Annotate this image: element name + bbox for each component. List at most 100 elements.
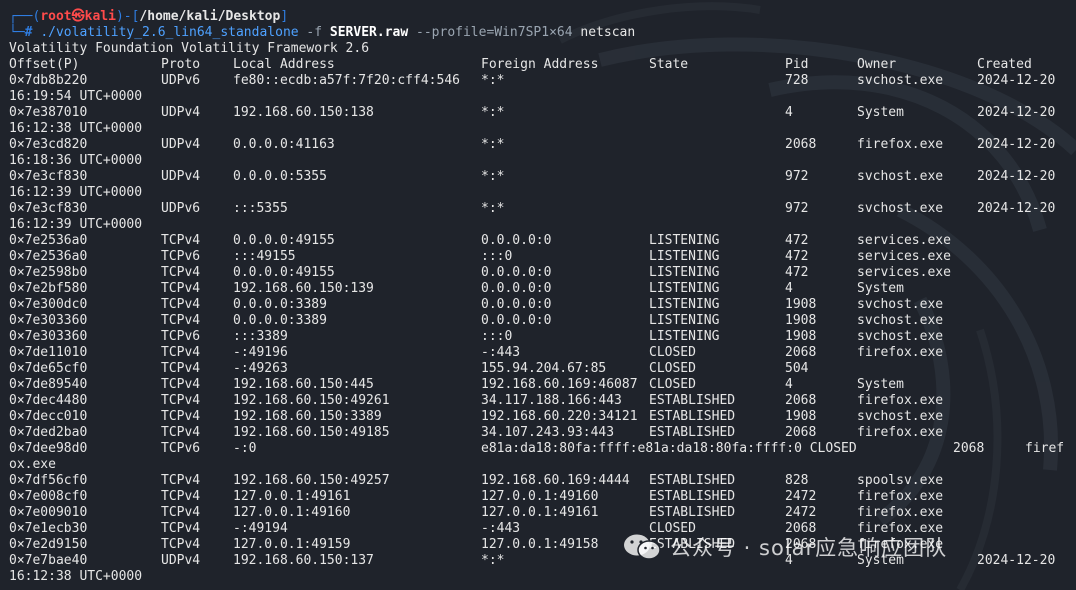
created-time-wrap: 16:12:38 UTC+0000: [9, 121, 143, 136]
offset-cell: 0×7de65cf0: [9, 361, 88, 376]
offset-cell: 0×7dee98d0: [9, 441, 88, 456]
proto-cell: TCPv4: [161, 265, 201, 280]
offset-cell: 0×7e7bae40: [9, 553, 88, 568]
terminal-output: ┌──(root㉿kali)-[/home/kali/Desktop] └─# …: [0, 0, 1076, 590]
prompt-mid: )-[: [115, 9, 140, 24]
pid-cell: 972: [785, 201, 809, 216]
watermark: 公众号 · solar应急响应团队: [622, 532, 947, 562]
offset-cell: 0×7de89540: [9, 377, 88, 392]
proto-cell: TCPv4: [161, 345, 201, 360]
local-address-cell: 192.168.60.150:49257: [233, 473, 390, 488]
proto-cell: TCPv4: [161, 377, 201, 392]
owner-cell: svchost.exe: [857, 409, 944, 424]
offset-cell: 0×7e3cf830: [9, 201, 88, 216]
header-state: State: [649, 57, 689, 72]
foreign-address-cell: 0.0.0.0:0: [481, 265, 552, 280]
local-address-cell: :::49155: [233, 249, 296, 264]
foreign-address-cell: *:*: [481, 553, 505, 568]
prompt-path: /home/kali/Desktop: [139, 9, 281, 24]
local-address-cell: 192.168.60.150:138: [233, 105, 374, 120]
local-address-cell: :::5355: [233, 201, 288, 216]
offset-cell: 0×7e300dc0: [9, 297, 88, 312]
local-address-cell: 127.0.0.1:49159: [233, 537, 351, 552]
foreign-address-cell: e81a:da18:80fa:ffff:e81a:da18:80fa:ffff:…: [481, 441, 857, 456]
prompt-hash: └─#: [9, 25, 33, 40]
created-cell: 2024-12-20: [977, 137, 1056, 152]
local-address-cell: 192.168.60.150:49261: [233, 393, 390, 408]
foreign-address-cell: 127.0.0.1:49160: [481, 489, 599, 504]
owner-cell: firefox.exe: [857, 345, 944, 360]
offset-cell: 0×7decc010: [9, 409, 88, 424]
state-cell: LISTENING: [649, 313, 720, 328]
pid-cell: 2472: [785, 489, 817, 504]
foreign-address-cell: 192.168.60.169:4444: [481, 473, 630, 488]
pid-cell: 2068: [785, 345, 817, 360]
state-cell: ESTABLISHED: [649, 409, 736, 424]
proto-cell: UDPv4: [161, 137, 201, 152]
offset-cell: 0×7e2598b0: [9, 265, 88, 280]
foreign-address-cell: 0.0.0.0:0: [481, 313, 552, 328]
foreign-address-cell: *:*: [481, 73, 505, 88]
proto-cell: UDPv6: [161, 201, 201, 216]
proto-cell: TCPv4: [161, 393, 201, 408]
pid-cell: 2068: [785, 425, 817, 440]
offset-cell: 0×7e2536a0: [9, 233, 88, 248]
owner-cell: firefox.exe: [857, 489, 944, 504]
offset-cell: 0×7ded2ba0: [9, 425, 88, 440]
proto-cell: TCPv4: [161, 521, 201, 536]
pid-cell: 2068: [785, 393, 817, 408]
foreign-address-cell: 0.0.0.0:0: [481, 233, 552, 248]
created-time-wrap: 16:12:39 UTC+0000: [9, 185, 143, 200]
offset-cell: 0×7e009010: [9, 505, 88, 520]
header-pid: Pid: [785, 57, 809, 72]
pid-cell: 4: [785, 281, 793, 296]
proto-cell: TCPv4: [161, 281, 201, 296]
proto-cell: UDPv4: [161, 169, 201, 184]
local-address-cell: 192.168.60.150:3389: [233, 409, 382, 424]
prompt-open: ┌──(: [9, 9, 41, 24]
local-address-cell: 0.0.0.0:49155: [233, 265, 335, 280]
pid-cell: 4: [785, 377, 793, 392]
owner-cell: svchost.exe: [857, 313, 944, 328]
offset-cell: 0×7e2536a0: [9, 249, 88, 264]
proto-cell: TCPv4: [161, 473, 201, 488]
offset-cell: 0×7e303360: [9, 313, 88, 328]
banner: Volatility Foundation Volatility Framewo…: [9, 41, 370, 56]
proto-cell: TCPv4: [161, 233, 201, 248]
owner-cell: services.exe: [857, 233, 951, 248]
local-address-cell: 192.168.60.150:49185: [233, 425, 390, 440]
pid-cell: 472: [785, 233, 809, 248]
pid-cell: 1908: [785, 409, 817, 424]
local-address-cell: 0.0.0.0:49155: [233, 233, 335, 248]
foreign-address-cell: -:443: [481, 521, 521, 536]
owner-cell: firefox.exe: [857, 137, 944, 152]
proto-cell: TCPv4: [161, 505, 201, 520]
offset-cell: 0×7df56cf0: [9, 473, 88, 488]
proto-cell: UDPv6: [161, 73, 201, 88]
foreign-address-cell: 127.0.0.1:49158: [481, 537, 599, 552]
command-line[interactable]: └─# ./volatility_2.6_lin64_standalone -f…: [9, 25, 635, 41]
header-owner: Owner: [857, 57, 897, 72]
local-address-cell: 127.0.0.1:49161: [233, 489, 351, 504]
header-created: Created: [977, 57, 1032, 72]
state-cell: LISTENING: [649, 329, 720, 344]
header-proto: Proto: [161, 57, 201, 72]
profile-flag: --profile=Win7SP1×64: [416, 25, 573, 40]
proto-cell: TCPv4: [161, 537, 201, 552]
header-foreign: Foreign Address: [481, 57, 599, 72]
local-address-cell: -:49196: [233, 345, 288, 360]
state-cell: CLOSED: [649, 377, 696, 392]
pid-cell: 2068: [785, 137, 817, 152]
foreign-address-cell: :::0: [481, 249, 513, 264]
proto-cell: TCPv4: [161, 425, 201, 440]
owner-cell: System: [857, 377, 904, 392]
owner-cell: System: [857, 281, 904, 296]
foreign-address-cell: 0.0.0.0:0: [481, 281, 552, 296]
proto-cell: TCPv6: [161, 441, 201, 456]
foreign-address-cell: 127.0.0.1:49161: [481, 505, 599, 520]
owner-cell: svchost.exe: [857, 201, 944, 216]
owner-cell: firefox.exe: [857, 425, 944, 440]
offset-cell: 0×7dec4480: [9, 393, 88, 408]
local-address-cell: -:49194: [233, 521, 288, 536]
local-address-cell: :::3389: [233, 329, 288, 344]
